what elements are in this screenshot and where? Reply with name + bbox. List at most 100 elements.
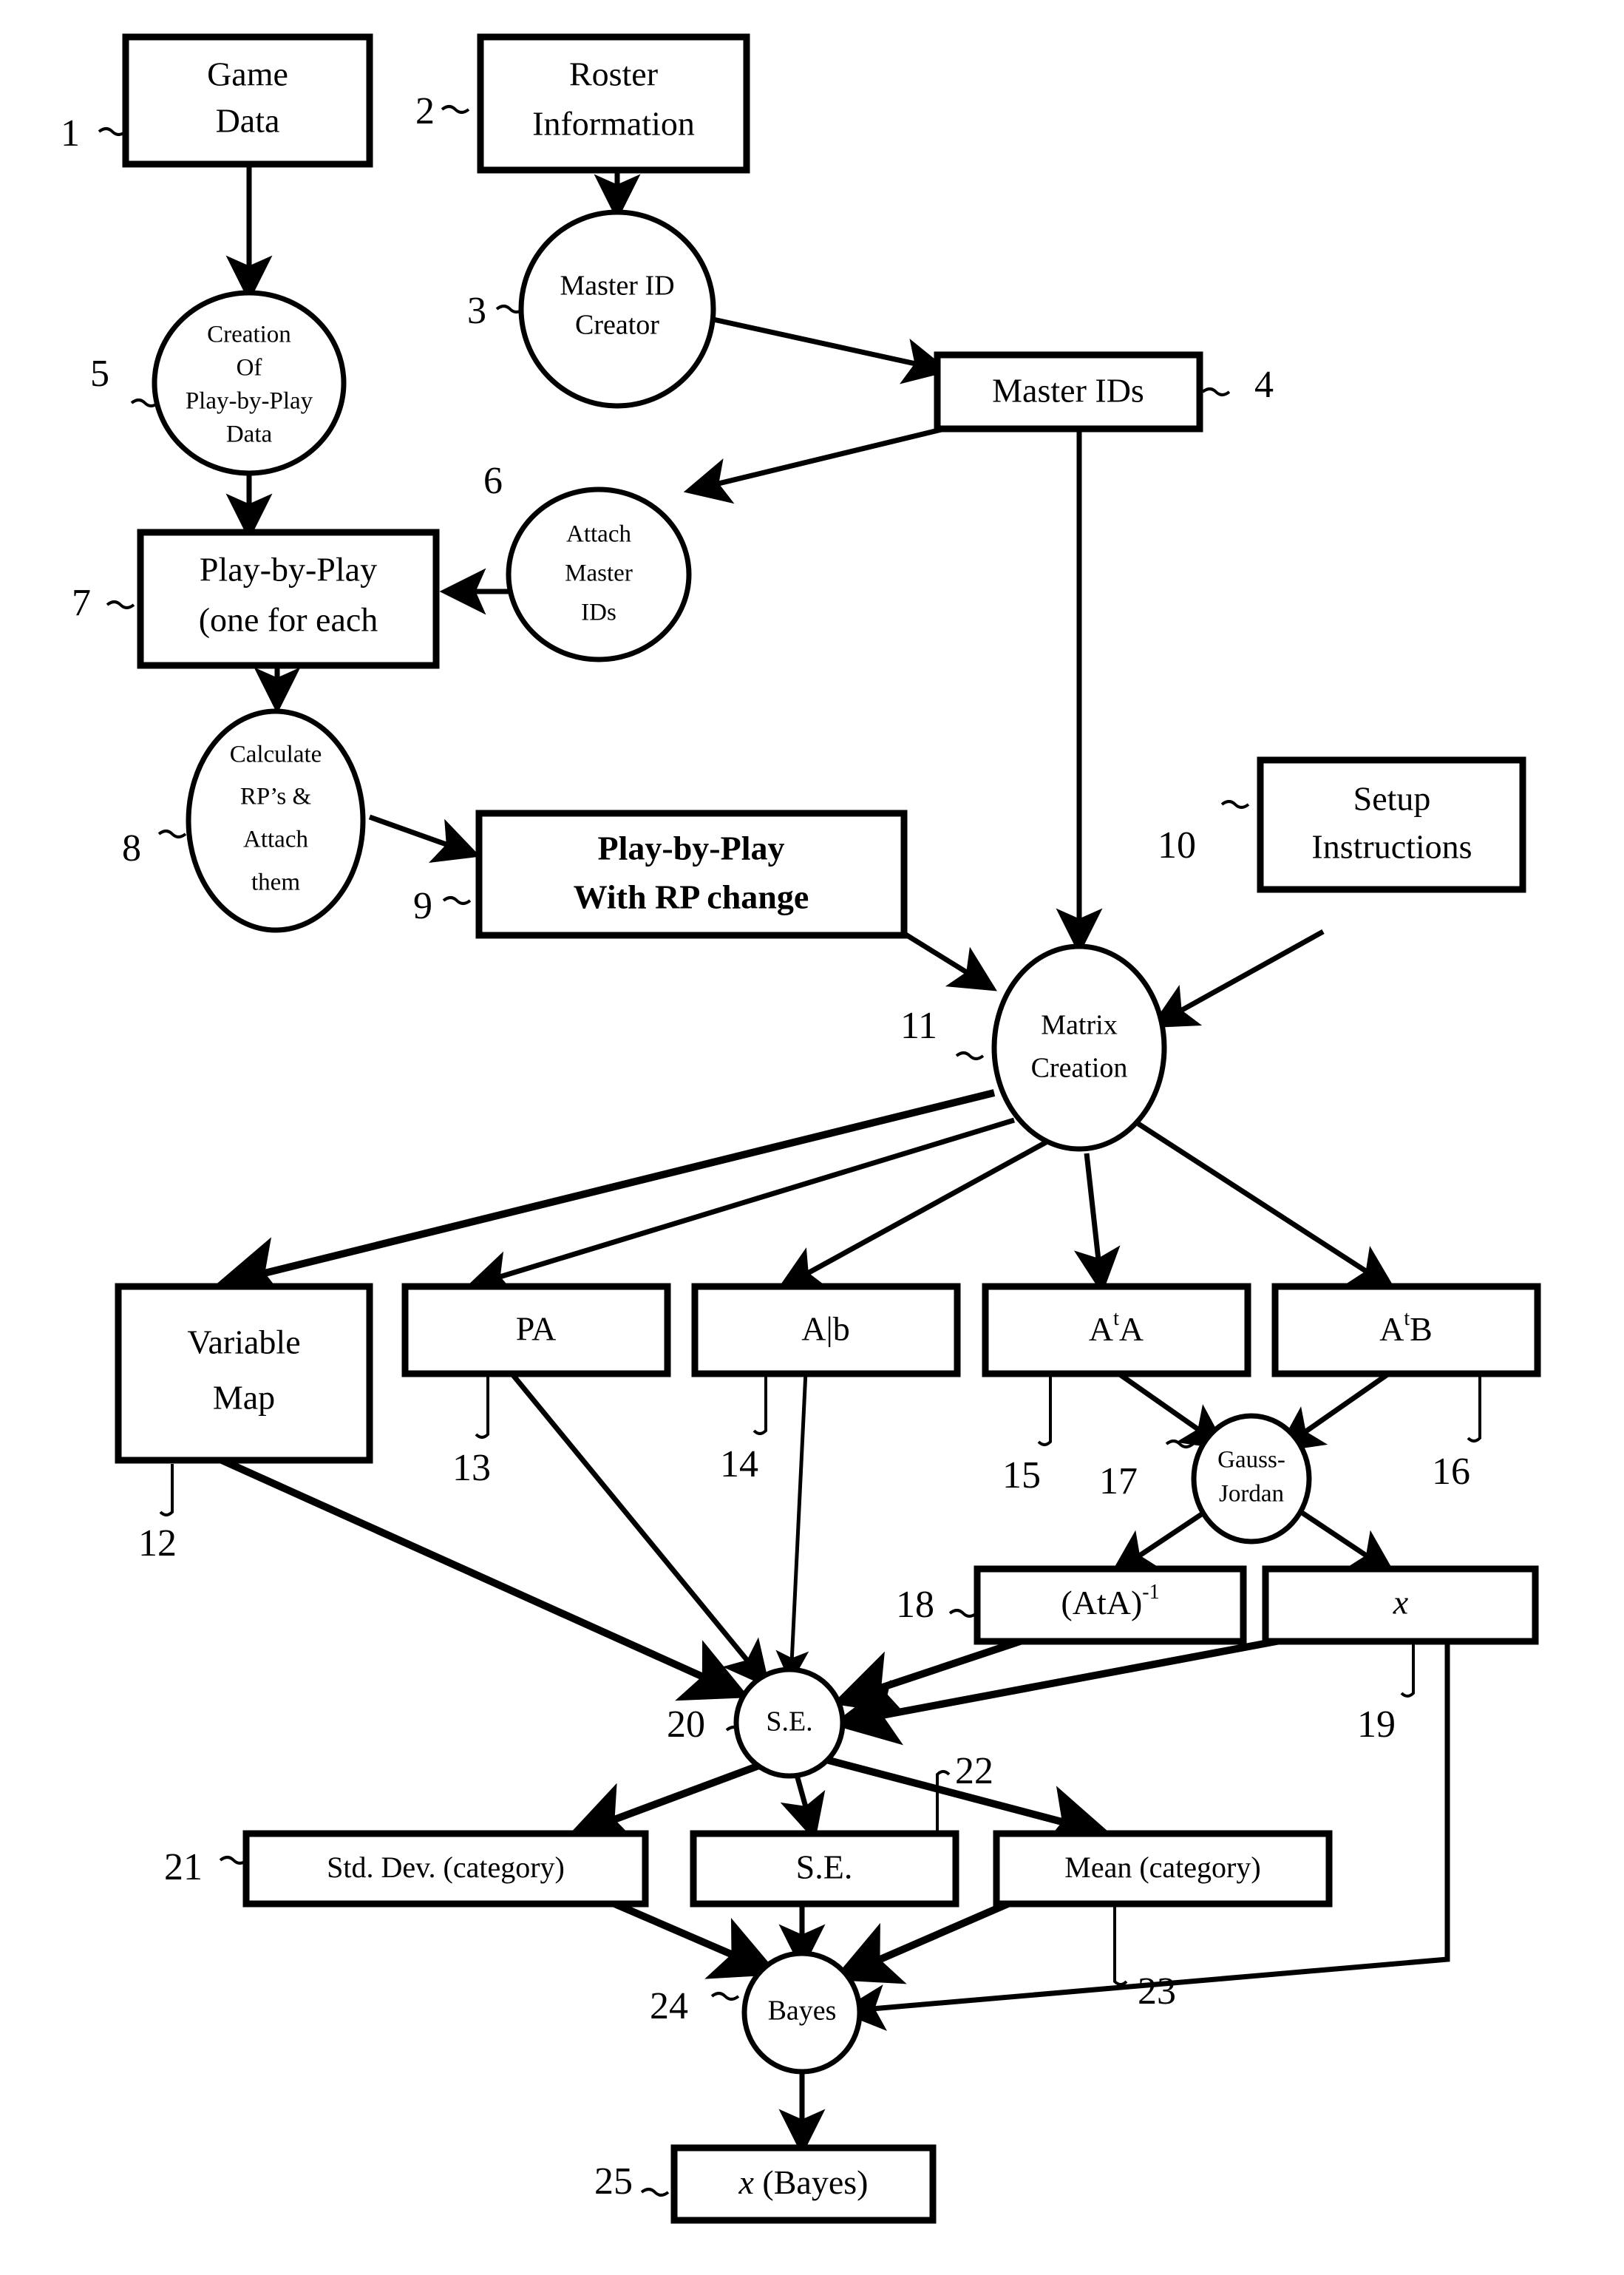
node-variable-map-line-1: Map [213,1379,275,1417]
node-setup-instructions-line-1: Instructions [1311,828,1472,866]
node-game-data-line-0: Game [207,55,288,93]
edge-16-to-17 [1276,1371,1392,1453]
leader-8 [157,830,187,838]
edge-11-to-16 [1137,1122,1396,1291]
node-attach-master-ids-line-1: Master [565,560,633,587]
node-x-bayes[interactable]: x (Bayes) [670,2144,937,2224]
leader-7 [106,600,135,609]
node-x-bayes-tail: (Bayes) [754,2163,869,2201]
leader-13 [475,1375,489,1439]
node-x-solution-label: x [1393,1584,1409,1621]
ref-number-8: 8 [122,827,141,869]
node-mean-category-label: Mean (category) [1064,1851,1260,1884]
edge-21-to-24 [605,1896,779,1979]
node-master-id-creator[interactable]: Master ID Creator [518,209,716,409]
edge-3-to-4 [713,316,951,384]
leader-11 [955,1051,985,1060]
node-gauss-jordan-line-1: Jordan [1219,1481,1284,1508]
node-roster-information-line-0: Roster [569,55,658,93]
ref-number-5: 5 [90,353,109,395]
node-at-a[interactable]: AtA [982,1283,1251,1377]
leader-24 [710,1992,740,2001]
leader-10 [1220,800,1250,809]
node-play-by-play-line-0: Play-by-Play [200,551,377,589]
node-roster-information-line-1: Information [532,105,695,143]
node-setup-instructions[interactable]: Setup Instructions [1257,756,1526,893]
node-at-b[interactable]: AtB [1271,1283,1541,1377]
ref-number-23: 23 [1138,1970,1176,2013]
node-matrix-creation[interactable]: Matrix Creation [991,943,1167,1152]
node-rp-change-line-1: With RP change [574,878,809,916]
ref-number-16: 16 [1432,1451,1470,1493]
node-variable-map[interactable]: Variable Map [115,1283,373,1464]
node-se-circle[interactable]: S.E. [733,1667,846,1779]
ref-number-13: 13 [452,1447,491,1489]
leader-25 [640,2188,670,2197]
edge-17-to-18 [1110,1502,1217,1576]
ref-number-20: 20 [667,1703,705,1746]
node-calculate-line-3: them [251,869,300,896]
ref-number-6: 6 [483,460,503,502]
node-setup-instructions-line-0: Setup [1353,780,1431,818]
leader-1 [98,127,127,136]
node-creation-of-play-by-play-data[interactable]: Creation Of Play-by-Play Data [152,290,347,476]
edge-4-to-6 [683,424,951,504]
node-gauss-jordan[interactable]: Gauss- Jordan [1191,1413,1312,1545]
node-game-data[interactable]: Game Data [122,33,373,168]
leader-23 [1113,1900,1128,1986]
edge-17-to-19 [1288,1502,1396,1576]
ref-number-9: 9 [413,885,432,927]
edge-11-to-15 [1073,1153,1121,1295]
edge-23-to-24 [832,1896,1018,1984]
node-a-pipe-b[interactable]: A|b [691,1283,961,1377]
node-se-box-label: S.E. [796,1848,853,1886]
edge-15-to-17 [1115,1371,1228,1451]
ref-number-1: 1 [61,112,80,155]
node-matrix-creation-line-1: Creation [1031,1053,1128,1084]
ref-number-14: 14 [720,1443,758,1485]
node-calculate-line-1: RP’s & [240,784,312,810]
edge-11-to-14 [776,1139,1047,1291]
node-roster-information[interactable]: Roster Information [477,33,750,174]
node-master-id-creator-line-0: Master ID [560,271,674,302]
node-calculate-rps-attach-them[interactable]: Calculate RP’s & Attach them [186,708,366,933]
node-calculate-line-0: Calculate [230,742,322,768]
leader-17 [1165,1440,1195,1448]
node-at-b-base: A [1379,1310,1404,1348]
node-a-pipe-b-line-0: A|b [801,1310,849,1348]
ref-number-19: 19 [1357,1703,1396,1746]
node-attach-master-ids[interactable]: Attach Master IDs [506,486,692,662]
node-at-a-base: A [1089,1310,1113,1348]
node-bayes[interactable]: Bayes [741,1950,863,2075]
ref-number-18: 18 [896,1584,934,1626]
ref-number-2: 2 [415,90,435,132]
edge-20-to-21 [565,1760,767,1845]
node-x-solution[interactable]: x [1262,1565,1539,1645]
node-at-a-tail: A [1119,1310,1144,1348]
node-ata-inverse[interactable]: (AtA)-1 [974,1565,1247,1645]
ref-number-10: 10 [1158,824,1196,867]
node-rp-change-line-0: Play-by-Play [598,830,785,867]
node-attach-master-ids-line-0: Attach [566,521,631,548]
node-master-ids[interactable]: Master IDs [934,351,1203,433]
ref-number-15: 15 [1002,1454,1041,1496]
leader-9 [442,896,472,905]
node-at-b-tail: B [1410,1310,1433,1348]
node-master-ids-line-0: Master IDs [992,372,1144,410]
node-game-data-line-1: Data [216,102,280,140]
ref-number-4: 4 [1254,364,1274,406]
leader-2 [441,105,470,114]
node-creation-line-2: Play-by-Play [186,388,313,415]
node-std-dev-category[interactable]: Std. Dev. (category) [242,1830,649,1908]
edge-8-to-9 [368,814,480,864]
node-pa[interactable]: PA [401,1283,671,1377]
node-play-by-play-line-1: (one for each [199,601,378,639]
leader-12 [159,1464,174,1516]
node-se-box[interactable]: S.E. [690,1830,959,1908]
node-play-by-play-with-rp-change[interactable]: Play-by-Play With RP change [475,810,908,939]
node-se-circle-label: S.E. [766,1706,812,1737]
node-play-by-play-one-for-each[interactable]: Play-by-Play (one for each [137,529,440,669]
leader-4 [1201,387,1231,396]
node-mean-category[interactable]: Mean (category) [993,1830,1333,1908]
ref-number-17: 17 [1099,1460,1138,1502]
